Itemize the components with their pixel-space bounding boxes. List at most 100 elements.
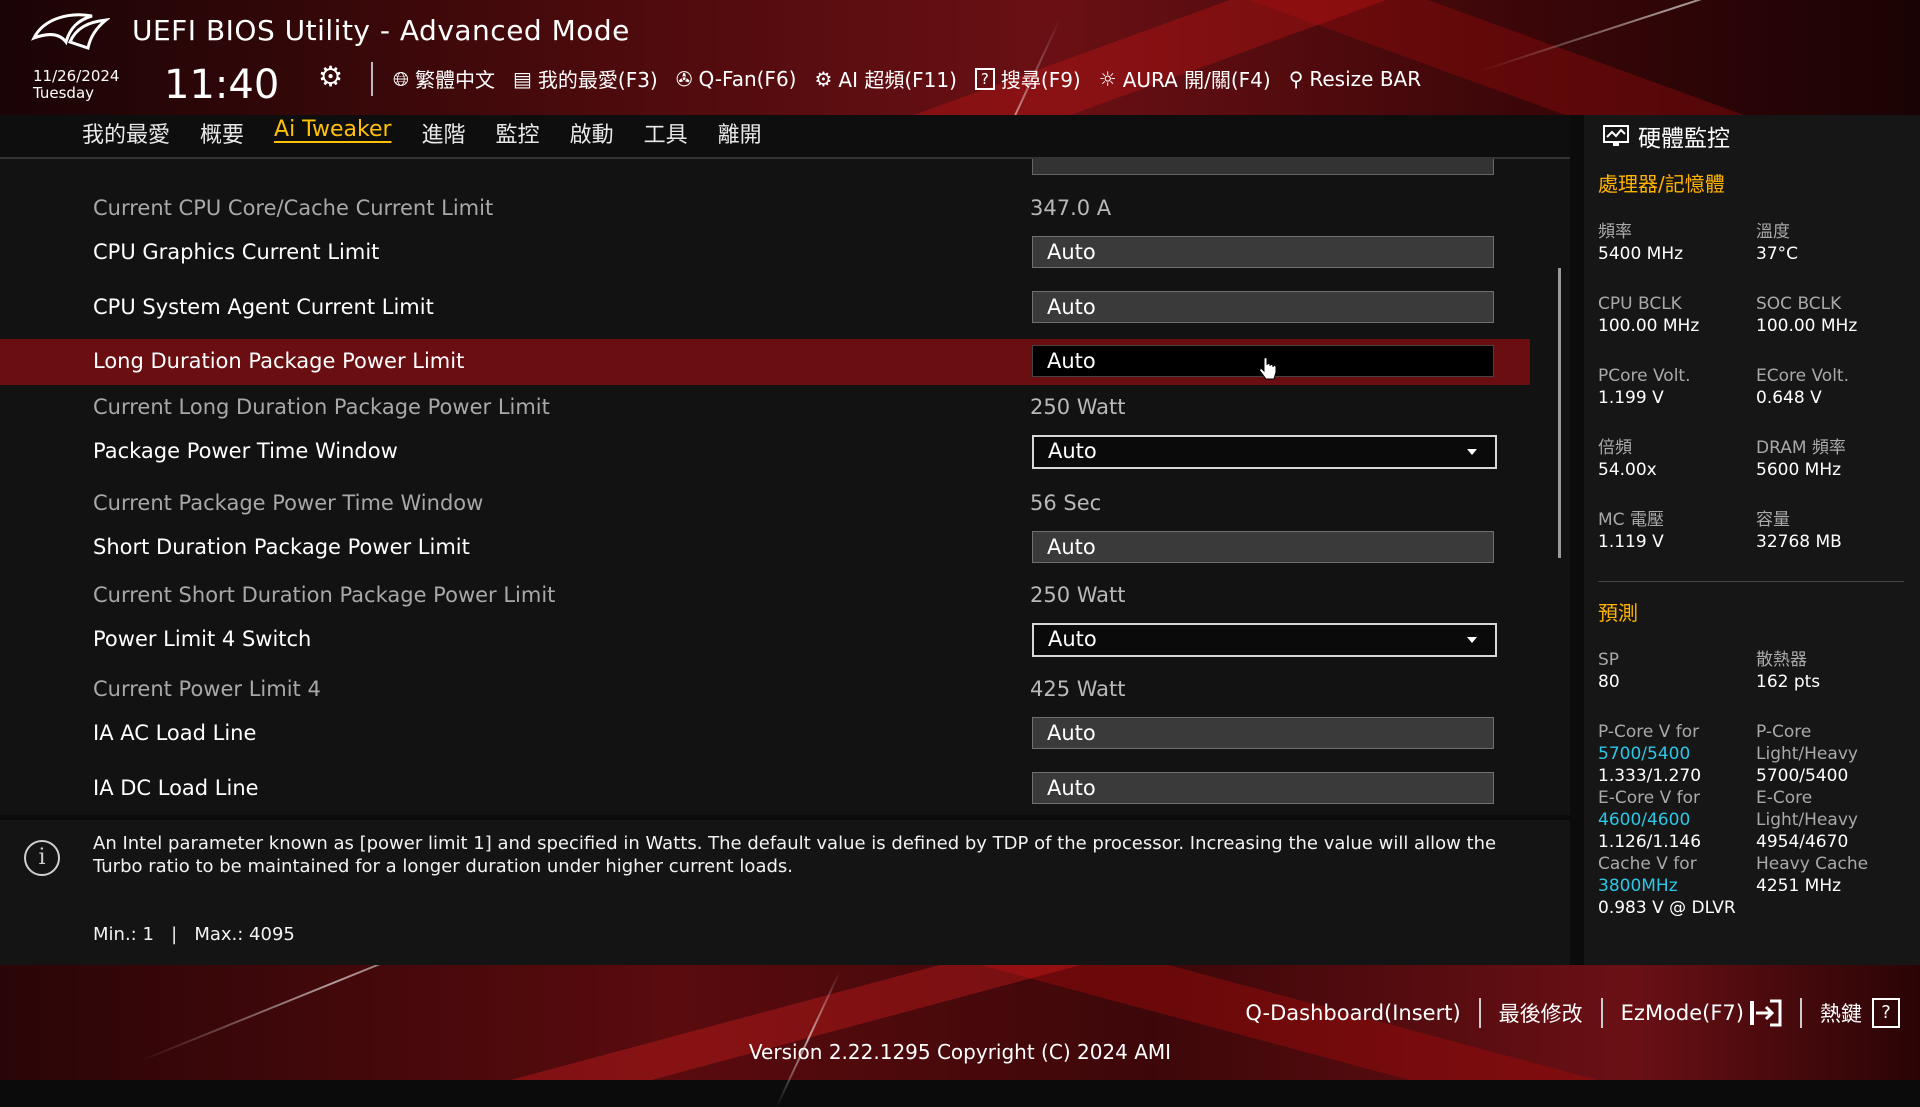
monitor-key: Light/Heavy <box>1756 744 1858 764</box>
aura-icon: ☼ <box>1098 66 1117 91</box>
monitor-freq: 5700/5400 <box>1598 744 1691 764</box>
monitor-item: PCore Volt. 1.199 V <box>1598 365 1691 409</box>
last-modified-button[interactable]: 最後修改 <box>1499 998 1583 1028</box>
monitor-value: 5400 MHz <box>1598 244 1684 264</box>
scrollbar[interactable] <box>1558 268 1561 558</box>
monitor-value: 4954/4670 <box>1756 832 1849 852</box>
setting-row[interactable]: IA AC Load Line Auto <box>0 711 1530 757</box>
language-button[interactable]: 🌐︎ 繁體中文 <box>393 64 495 93</box>
aura-label: AURA 開/關(F4) <box>1122 68 1271 92</box>
setting-row[interactable]: Package Power Time Window Auto <box>0 429 1530 475</box>
chevron-down-icon <box>1467 449 1477 455</box>
setting-label: CPU Graphics Current Limit <box>93 240 380 264</box>
setting-row-selected[interactable]: Long Duration Package Power Limit Auto <box>0 339 1530 385</box>
monitor-value: 162 pts <box>1756 672 1821 692</box>
setting-dropdown[interactable]: Auto <box>1032 623 1497 657</box>
setting-input[interactable]: Auto <box>1032 717 1494 749</box>
setting-row[interactable]: CPU System Agent Current Limit Auto <box>0 285 1530 331</box>
monitor-value: 80 <box>1598 672 1620 692</box>
search-label: 搜尋(F9) <box>1000 68 1081 92</box>
monitor-item: ECore Volt. 0.648 V <box>1756 365 1849 409</box>
setting-label: Package Power Time Window <box>93 439 398 463</box>
main-menu-bar: 我的最愛 概要 Ai Tweaker 進階 監控 啟動 工具 離開 <box>0 115 1570 159</box>
monitor-key: P-Core V for <box>1598 722 1700 742</box>
range-info: Min.: 1 | Max.: 4095 <box>93 924 295 945</box>
globe-icon: 🌐︎ <box>393 66 409 91</box>
tab-exit[interactable]: 離開 <box>718 117 762 149</box>
monitor-key: DRAM 頻率 <box>1756 438 1846 458</box>
ezmode-button[interactable]: EzMode(F7) <box>1621 999 1782 1027</box>
tab-monitor[interactable]: 監控 <box>496 117 540 149</box>
min-value: Min.: 1 <box>93 924 154 945</box>
tab-boot[interactable]: 啟動 <box>570 117 614 149</box>
setting-label: CPU System Agent Current Limit <box>93 295 434 319</box>
ai-overclock-button[interactable]: ⚙ AI 超頻(F11) <box>814 64 956 93</box>
monitor-key: P-Core <box>1756 722 1812 742</box>
monitor-key: Heavy Cache <box>1756 854 1869 874</box>
monitor-value: 1.119 V <box>1598 532 1664 552</box>
monitor-value: 100.00 MHz <box>1756 316 1858 336</box>
tab-main[interactable]: 概要 <box>200 117 244 149</box>
date-text: 11/26/2024 <box>33 67 120 85</box>
monitor-key: MC 電壓 <box>1598 510 1664 530</box>
q-dashboard-button[interactable]: Q-Dashboard(Insert) <box>1245 1001 1460 1025</box>
setting-row[interactable]: Power Limit 4 Switch Auto <box>0 617 1530 663</box>
monitor-title: 硬體監控 <box>1602 119 1730 153</box>
tab-ai-tweaker[interactable]: Ai Tweaker <box>274 117 392 149</box>
setting-label: IA DC Load Line <box>93 776 259 800</box>
favorites-label: 我的最愛(F3) <box>537 68 658 92</box>
setting-input-value: Auto <box>1047 721 1096 745</box>
qfan-button[interactable]: ✇ Q-Fan(F6) <box>676 64 797 93</box>
monitor-key: E-Core <box>1756 788 1813 808</box>
setting-input[interactable]: Auto <box>1032 531 1494 563</box>
monitor-key: 容量 <box>1756 510 1790 530</box>
setting-input[interactable]: Auto <box>1032 772 1494 804</box>
chevron-down-icon <box>1467 637 1477 643</box>
setting-input[interactable]: Auto <box>1032 291 1494 323</box>
resize-bar-button[interactable]: ⚲ Resize BAR <box>1289 64 1421 93</box>
monitor-value: 37°C <box>1756 244 1799 264</box>
setting-value: 347.0 A <box>1030 196 1112 220</box>
tab-favorites[interactable]: 我的最愛 <box>82 117 170 149</box>
app-title: UEFI BIOS Utility - Advanced Mode <box>132 14 630 47</box>
cpu-memory-section-title: 處理器/記憶體 <box>1598 172 1725 196</box>
setting-label: Current Long Duration Package Power Limi… <box>93 395 550 419</box>
setting-row[interactable]: IA DC Load Line Auto <box>0 766 1530 812</box>
gear-icon[interactable]: ⚙ <box>318 60 343 93</box>
setting-label: Current Package Power Time Window <box>93 491 484 515</box>
aura-button[interactable]: ☼ AURA 開/關(F4) <box>1099 64 1271 93</box>
search-button[interactable]: ? 搜尋(F9) <box>974 64 1081 93</box>
monitor-key: Light/Heavy <box>1756 810 1858 830</box>
setting-input-value: Auto <box>1047 535 1096 559</box>
setting-label: Current CPU Core/Cache Current Limit <box>93 196 494 220</box>
fan-icon: ✇ <box>675 66 693 91</box>
monitor-key: SP <box>1598 650 1620 670</box>
monitor-key: Cache V for <box>1598 854 1697 874</box>
hotkeys-button[interactable]: 熱鍵 ? <box>1820 998 1900 1028</box>
search-icon: ? <box>974 67 995 90</box>
range-separator: | <box>171 924 178 945</box>
info-icon: i <box>24 840 60 876</box>
prediction-section-title: 預測 <box>1598 601 1638 625</box>
tab-tool[interactable]: 工具 <box>644 117 688 149</box>
monitor-key: E-Core V for <box>1598 788 1701 808</box>
mouse-cursor-icon <box>1259 357 1277 380</box>
setting-dropdown[interactable]: Auto <box>1032 435 1497 469</box>
monitor-item: 頻率 5400 MHz <box>1598 221 1683 265</box>
partial-field <box>1032 159 1494 175</box>
tab-advanced[interactable]: 進階 <box>422 117 466 149</box>
monitor-freq: 4600/4600 <box>1598 810 1691 830</box>
monitor-key: 倍頻 <box>1598 438 1632 458</box>
favorites-button[interactable]: ▤ 我的最愛(F3) <box>513 64 658 93</box>
monitor-key: 散熱器 <box>1756 650 1807 670</box>
settings-panel: Current CPU Core/Cache Current Limit 347… <box>0 159 1570 815</box>
setting-value: 250 Watt <box>1030 395 1126 419</box>
setting-row[interactable]: CPU Graphics Current Limit Auto <box>0 230 1530 276</box>
setting-row[interactable]: Short Duration Package Power Limit Auto <box>0 525 1530 571</box>
help-panel: i An Intel parameter known as [power lim… <box>0 820 1570 965</box>
setting-input[interactable]: Auto <box>1032 236 1494 268</box>
monitor-item: CPU BCLK 100.00 MHz <box>1598 293 1699 337</box>
help-icon: ? <box>1872 998 1900 1028</box>
monitor-item: 溫度 37°C <box>1756 221 1798 265</box>
monitor-item: P-Core V for 5700/5400 1.333/1.270 E-Cor… <box>1598 721 1736 919</box>
